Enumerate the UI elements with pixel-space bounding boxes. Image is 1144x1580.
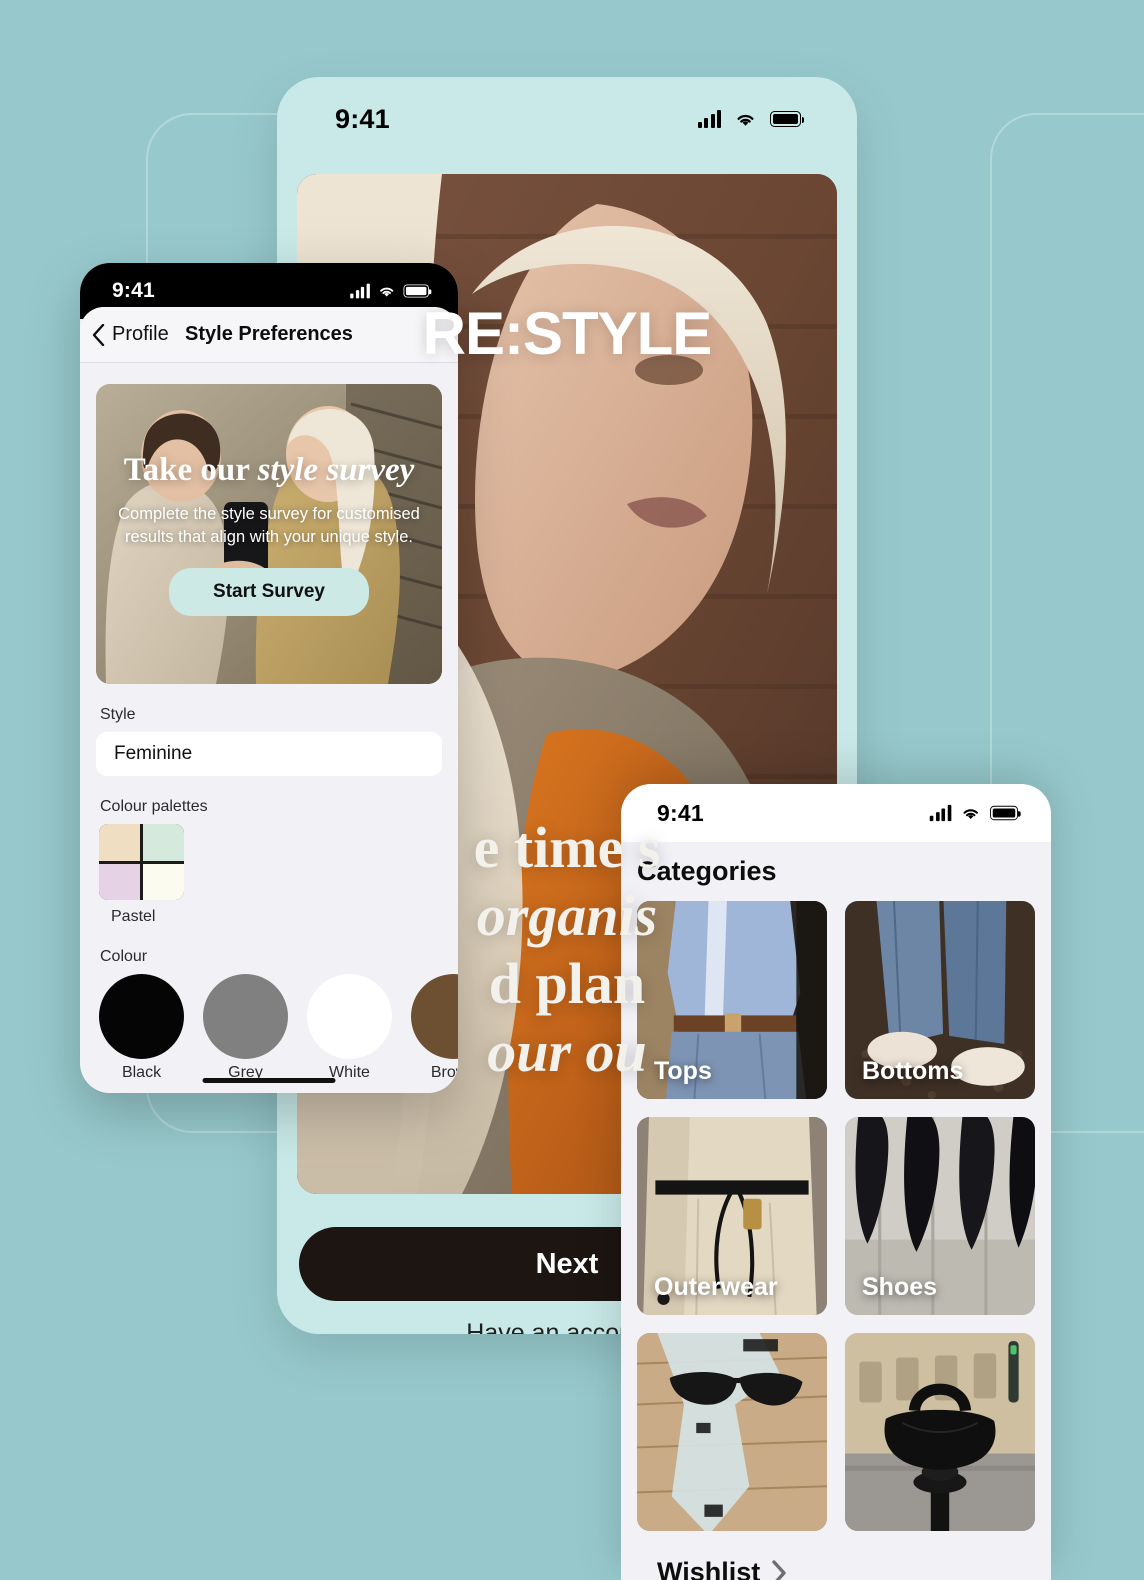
colour-name: Black [121, 1064, 162, 1081]
tagline-line-1: e time s [473, 815, 661, 880]
survey-card-title: Take our style survey [124, 452, 415, 489]
category-tile-accessories[interactable] [637, 1333, 827, 1531]
palette-quadrant-3 [99, 863, 140, 900]
wifi-icon [379, 287, 393, 297]
status-bar-icons [929, 804, 1020, 822]
palette-quadrant-1 [99, 824, 140, 861]
colour-dot-grey[interactable] [203, 974, 288, 1059]
wifi-icon [737, 114, 754, 126]
colour-item-grey: Grey [203, 974, 288, 1082]
battery-icon [402, 284, 431, 298]
battery-icon [770, 111, 804, 127]
bags-photo [845, 1333, 1035, 1531]
chevron-right-icon [772, 1559, 786, 1580]
style-field-label: Style [100, 706, 136, 723]
palette-item-pastel: Pastel [99, 824, 184, 926]
category-label: Outerwear [654, 1273, 778, 1301]
survey-card-subtitle: Complete the style survey for customised… [118, 504, 420, 546]
signal-bars-icon [349, 283, 369, 299]
survey-card-content: Take our style survey Complete the style… [96, 384, 442, 684]
battery-icon [989, 805, 1020, 821]
signal-bars-icon [929, 804, 951, 822]
category-label: Shoes [862, 1273, 938, 1301]
category-tile-bottoms[interactable]: Bottoms [845, 901, 1035, 1099]
category-tile-bags[interactable] [845, 1333, 1035, 1531]
brand-title: RE:STYLE [422, 300, 713, 367]
palette-swatch-pastel[interactable] [99, 824, 184, 900]
palette-quadrant-4 [143, 863, 184, 900]
wishlist-label: Wishlist [657, 1557, 761, 1580]
tagline-line-4: our ou [487, 1018, 647, 1084]
colour-item-black: Black [99, 974, 184, 1082]
category-tile-shoes[interactable]: Shoes [845, 1117, 1035, 1315]
survey-title-italic: style survey [257, 451, 415, 488]
status-bar-icons [697, 110, 804, 128]
category-tile-outerwear[interactable]: Outerwear [637, 1117, 827, 1315]
category-label: Bottoms [862, 1057, 964, 1085]
palette-quadrant-2 [143, 824, 184, 861]
back-button[interactable]: Profile [92, 323, 169, 346]
status-bar-time: 9:41 [335, 103, 390, 134]
tagline-line-2: organis [476, 882, 658, 948]
wishlist-link[interactable]: Wishlist [637, 1531, 1035, 1580]
style-survey-card[interactable]: Take our style survey Complete the style… [96, 384, 442, 684]
palette-name: Pastel [111, 908, 156, 925]
status-bar-time: 9:41 [112, 279, 155, 302]
style-input[interactable] [96, 732, 442, 776]
status-bar-icons [349, 283, 431, 299]
chevron-left-icon [92, 323, 105, 346]
accessories-photo [637, 1333, 827, 1531]
start-survey-button[interactable]: Start Survey [169, 568, 369, 617]
survey-title-plain: Take our [123, 451, 258, 488]
signal-bars-icon [697, 110, 721, 128]
hero-tagline: e time s organis d plan our ou [297, 814, 837, 1085]
back-button-label: Profile [112, 323, 169, 345]
colour-dot-black[interactable] [99, 974, 184, 1059]
category-label: Tops [654, 1057, 712, 1085]
status-bar: 9:41 [277, 77, 857, 161]
tagline-line-3: d plan [488, 950, 646, 1016]
wifi-icon [962, 808, 977, 819]
